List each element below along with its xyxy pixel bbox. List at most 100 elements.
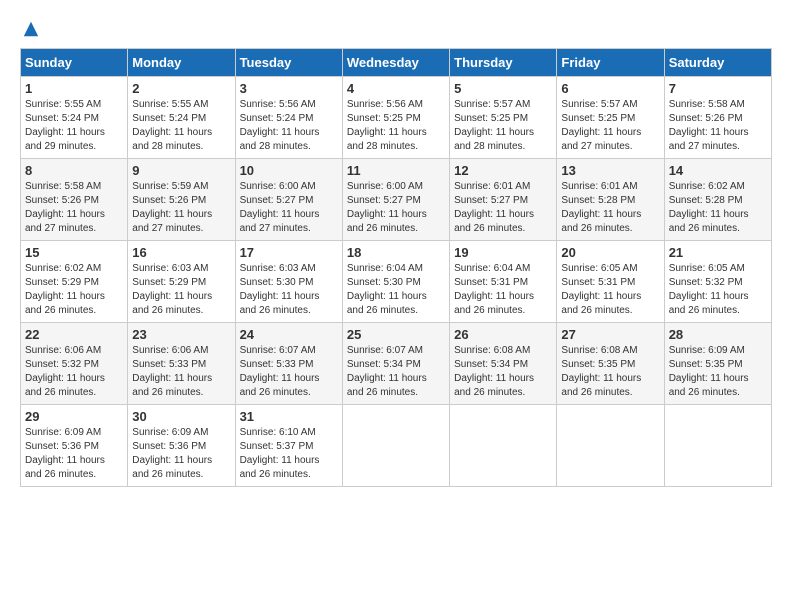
calendar-table: SundayMondayTuesdayWednesdayThursdayFrid… (20, 48, 772, 487)
calendar-cell: 17 Sunrise: 6:03 AM Sunset: 5:30 PM Dayl… (235, 241, 342, 323)
calendar-cell: 10 Sunrise: 6:00 AM Sunset: 5:27 PM Dayl… (235, 159, 342, 241)
calendar-header-thursday: Thursday (450, 49, 557, 77)
day-number: 10 (240, 163, 338, 178)
calendar-week-5: 29 Sunrise: 6:09 AM Sunset: 5:36 PM Dayl… (21, 405, 772, 487)
day-number: 30 (132, 409, 230, 424)
day-content: Sunrise: 6:04 AM Sunset: 5:30 PM Dayligh… (347, 262, 445, 318)
calendar-cell: 8 Sunrise: 5:58 AM Sunset: 5:26 PM Dayli… (21, 159, 128, 241)
day-number: 9 (132, 163, 230, 178)
day-content: Sunrise: 6:08 AM Sunset: 5:35 PM Dayligh… (561, 344, 659, 400)
day-number: 28 (669, 327, 767, 342)
calendar-cell: 27 Sunrise: 6:08 AM Sunset: 5:35 PM Dayl… (557, 323, 664, 405)
day-number: 24 (240, 327, 338, 342)
day-number: 23 (132, 327, 230, 342)
calendar-cell: 25 Sunrise: 6:07 AM Sunset: 5:34 PM Dayl… (342, 323, 449, 405)
day-number: 11 (347, 163, 445, 178)
calendar-cell: 3 Sunrise: 5:56 AM Sunset: 5:24 PM Dayli… (235, 77, 342, 159)
day-content: Sunrise: 6:06 AM Sunset: 5:32 PM Dayligh… (25, 344, 123, 400)
day-content: Sunrise: 6:07 AM Sunset: 5:34 PM Dayligh… (347, 344, 445, 400)
calendar-cell: 26 Sunrise: 6:08 AM Sunset: 5:34 PM Dayl… (450, 323, 557, 405)
calendar-cell: 6 Sunrise: 5:57 AM Sunset: 5:25 PM Dayli… (557, 77, 664, 159)
day-number: 2 (132, 81, 230, 96)
calendar-header-row: SundayMondayTuesdayWednesdayThursdayFrid… (21, 49, 772, 77)
day-number: 31 (240, 409, 338, 424)
day-content: Sunrise: 6:09 AM Sunset: 5:36 PM Dayligh… (132, 426, 230, 482)
calendar-cell: 20 Sunrise: 6:05 AM Sunset: 5:31 PM Dayl… (557, 241, 664, 323)
calendar-cell: 11 Sunrise: 6:00 AM Sunset: 5:27 PM Dayl… (342, 159, 449, 241)
day-number: 27 (561, 327, 659, 342)
day-number: 17 (240, 245, 338, 260)
calendar-header-wednesday: Wednesday (342, 49, 449, 77)
calendar-week-2: 8 Sunrise: 5:58 AM Sunset: 5:26 PM Dayli… (21, 159, 772, 241)
logo-icon (22, 20, 40, 38)
calendar-week-3: 15 Sunrise: 6:02 AM Sunset: 5:29 PM Dayl… (21, 241, 772, 323)
day-content: Sunrise: 5:57 AM Sunset: 5:25 PM Dayligh… (561, 98, 659, 154)
calendar-header-friday: Friday (557, 49, 664, 77)
day-number: 18 (347, 245, 445, 260)
calendar-cell: 1 Sunrise: 5:55 AM Sunset: 5:24 PM Dayli… (21, 77, 128, 159)
calendar-cell: 24 Sunrise: 6:07 AM Sunset: 5:33 PM Dayl… (235, 323, 342, 405)
day-content: Sunrise: 5:58 AM Sunset: 5:26 PM Dayligh… (25, 180, 123, 236)
calendar-cell: 21 Sunrise: 6:05 AM Sunset: 5:32 PM Dayl… (664, 241, 771, 323)
day-content: Sunrise: 5:58 AM Sunset: 5:26 PM Dayligh… (669, 98, 767, 154)
calendar-cell: 15 Sunrise: 6:02 AM Sunset: 5:29 PM Dayl… (21, 241, 128, 323)
day-content: Sunrise: 6:07 AM Sunset: 5:33 PM Dayligh… (240, 344, 338, 400)
day-number: 8 (25, 163, 123, 178)
day-number: 29 (25, 409, 123, 424)
day-number: 6 (561, 81, 659, 96)
logo (20, 20, 42, 38)
day-content: Sunrise: 5:56 AM Sunset: 5:25 PM Dayligh… (347, 98, 445, 154)
day-content: Sunrise: 6:01 AM Sunset: 5:28 PM Dayligh… (561, 180, 659, 236)
day-content: Sunrise: 6:10 AM Sunset: 5:37 PM Dayligh… (240, 426, 338, 482)
day-number: 16 (132, 245, 230, 260)
page-header (20, 20, 772, 38)
calendar-cell: 31 Sunrise: 6:10 AM Sunset: 5:37 PM Dayl… (235, 405, 342, 487)
calendar-week-1: 1 Sunrise: 5:55 AM Sunset: 5:24 PM Dayli… (21, 77, 772, 159)
day-content: Sunrise: 6:05 AM Sunset: 5:32 PM Dayligh… (669, 262, 767, 318)
day-number: 14 (669, 163, 767, 178)
day-content: Sunrise: 6:05 AM Sunset: 5:31 PM Dayligh… (561, 262, 659, 318)
day-content: Sunrise: 6:09 AM Sunset: 5:36 PM Dayligh… (25, 426, 123, 482)
calendar-header-tuesday: Tuesday (235, 49, 342, 77)
day-content: Sunrise: 5:59 AM Sunset: 5:26 PM Dayligh… (132, 180, 230, 236)
day-content: Sunrise: 6:06 AM Sunset: 5:33 PM Dayligh… (132, 344, 230, 400)
calendar-cell: 28 Sunrise: 6:09 AM Sunset: 5:35 PM Dayl… (664, 323, 771, 405)
calendar-cell (557, 405, 664, 487)
day-number: 7 (669, 81, 767, 96)
calendar-cell: 5 Sunrise: 5:57 AM Sunset: 5:25 PM Dayli… (450, 77, 557, 159)
day-number: 19 (454, 245, 552, 260)
day-number: 5 (454, 81, 552, 96)
calendar-cell: 16 Sunrise: 6:03 AM Sunset: 5:29 PM Dayl… (128, 241, 235, 323)
calendar-cell: 29 Sunrise: 6:09 AM Sunset: 5:36 PM Dayl… (21, 405, 128, 487)
calendar-cell: 14 Sunrise: 6:02 AM Sunset: 5:28 PM Dayl… (664, 159, 771, 241)
day-content: Sunrise: 6:04 AM Sunset: 5:31 PM Dayligh… (454, 262, 552, 318)
calendar-cell: 18 Sunrise: 6:04 AM Sunset: 5:30 PM Dayl… (342, 241, 449, 323)
day-number: 15 (25, 245, 123, 260)
day-number: 1 (25, 81, 123, 96)
day-content: Sunrise: 6:02 AM Sunset: 5:28 PM Dayligh… (669, 180, 767, 236)
day-content: Sunrise: 5:56 AM Sunset: 5:24 PM Dayligh… (240, 98, 338, 154)
calendar-cell (450, 405, 557, 487)
calendar-cell: 9 Sunrise: 5:59 AM Sunset: 5:26 PM Dayli… (128, 159, 235, 241)
calendar-header-monday: Monday (128, 49, 235, 77)
calendar-cell: 12 Sunrise: 6:01 AM Sunset: 5:27 PM Dayl… (450, 159, 557, 241)
day-number: 25 (347, 327, 445, 342)
calendar-body: 1 Sunrise: 5:55 AM Sunset: 5:24 PM Dayli… (21, 77, 772, 487)
day-content: Sunrise: 6:08 AM Sunset: 5:34 PM Dayligh… (454, 344, 552, 400)
calendar-cell (342, 405, 449, 487)
day-content: Sunrise: 6:00 AM Sunset: 5:27 PM Dayligh… (240, 180, 338, 236)
calendar-cell: 2 Sunrise: 5:55 AM Sunset: 5:24 PM Dayli… (128, 77, 235, 159)
calendar-cell (664, 405, 771, 487)
day-number: 12 (454, 163, 552, 178)
day-number: 3 (240, 81, 338, 96)
day-number: 22 (25, 327, 123, 342)
calendar-cell: 4 Sunrise: 5:56 AM Sunset: 5:25 PM Dayli… (342, 77, 449, 159)
calendar-cell: 19 Sunrise: 6:04 AM Sunset: 5:31 PM Dayl… (450, 241, 557, 323)
day-content: Sunrise: 6:03 AM Sunset: 5:29 PM Dayligh… (132, 262, 230, 318)
day-number: 21 (669, 245, 767, 260)
calendar-cell: 23 Sunrise: 6:06 AM Sunset: 5:33 PM Dayl… (128, 323, 235, 405)
day-content: Sunrise: 6:00 AM Sunset: 5:27 PM Dayligh… (347, 180, 445, 236)
calendar-cell: 7 Sunrise: 5:58 AM Sunset: 5:26 PM Dayli… (664, 77, 771, 159)
day-content: Sunrise: 6:09 AM Sunset: 5:35 PM Dayligh… (669, 344, 767, 400)
calendar-cell: 22 Sunrise: 6:06 AM Sunset: 5:32 PM Dayl… (21, 323, 128, 405)
